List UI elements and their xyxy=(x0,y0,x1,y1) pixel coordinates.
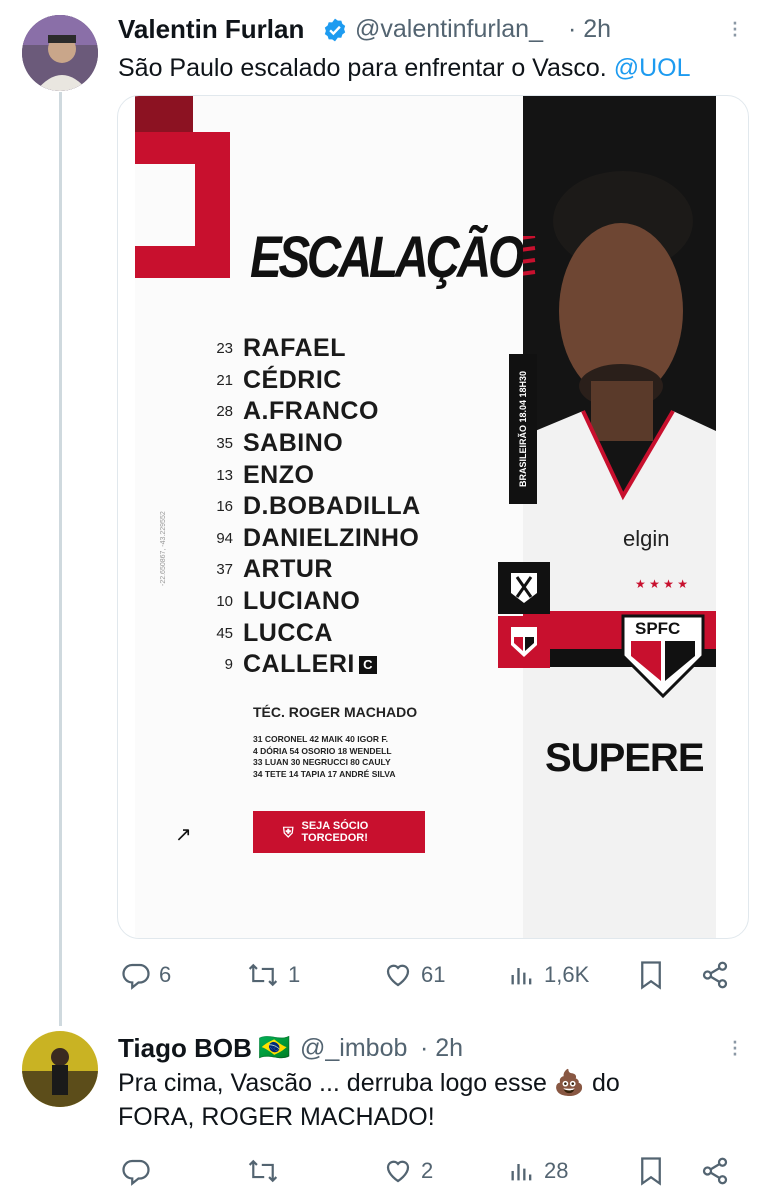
lineup-row: 16 D.BOBADILLA xyxy=(216,492,421,521)
author-handle[interactable]: @valentinfurlan_ xyxy=(355,15,543,44)
player-photo-panel: SPFC ★ ★ ★ ★ elgin SUPERE xyxy=(523,96,716,938)
verified-badge-icon xyxy=(322,17,348,43)
tweet-timestamp[interactable]: · 2h xyxy=(568,15,611,44)
bookmark-button[interactable] xyxy=(638,960,664,990)
reply-icon xyxy=(122,963,150,990)
reply-timestamp[interactable]: · 2h xyxy=(420,1034,463,1063)
lineup-row: 9 CALLERI C xyxy=(207,649,437,681)
like-count: 61 xyxy=(421,962,446,987)
red-frame-shape xyxy=(135,96,230,278)
lineup-row: 28 A.FRANCO xyxy=(216,397,379,426)
red-stripes-decor xyxy=(523,236,536,276)
views-count: 1,6K xyxy=(544,962,590,987)
retweet-button[interactable]: 1 xyxy=(246,960,300,990)
lineup-list: 23 RAFAEL 21 CÉDRIC 28 A.FRANCO 35 SABINO 13… xyxy=(207,333,437,681)
reply-author-avatar[interactable] xyxy=(22,1031,98,1107)
more-options-icon[interactable]: · · · xyxy=(729,8,740,46)
share-icon xyxy=(702,961,728,989)
reply-views-count: 28 xyxy=(544,1158,569,1183)
lineup-row: 10 LUCIANO xyxy=(216,587,361,616)
author-avatar[interactable] xyxy=(22,15,98,91)
captain-badge: C xyxy=(358,655,377,674)
reply-more-options-icon[interactable]: · · · xyxy=(729,1027,740,1065)
reply-text: Pra cima, Vascão ... derruba logo esse 💩… xyxy=(118,1069,620,1131)
lineup-row: 94 DANIELZINHO xyxy=(216,523,420,552)
lineup-row: 23 RAFAEL xyxy=(216,334,346,363)
reply-button[interactable]: 6 xyxy=(121,960,171,990)
reply-author-handle[interactable]: @_imbob xyxy=(300,1034,407,1063)
views-button[interactable]: 1,6K xyxy=(508,960,589,990)
match-date-banner: BRASILEIRÃO 18.04 18H30 xyxy=(509,354,537,504)
bookmark-icon xyxy=(641,1157,661,1186)
lineup-row: 13 ENZO xyxy=(216,460,315,489)
brazil-flag-icon: 🇧🇷 xyxy=(258,1032,291,1062)
coords-text: -22.650867, -43.229552 xyxy=(160,511,167,586)
front-sponsor-text: SUPERE xyxy=(545,736,704,780)
thread-connector-line xyxy=(59,92,62,1026)
arrow-icon: ↗ xyxy=(175,824,192,846)
reply-bookmark-button[interactable] xyxy=(638,1156,664,1186)
lineup-row: 35 SABINO xyxy=(216,429,344,458)
heart-icon xyxy=(386,1160,410,1183)
mention-link[interactable]: @UOL xyxy=(614,54,691,82)
lineup-row: 37 ARTUR xyxy=(216,555,333,584)
reply-author-name[interactable]: Tiago BOB xyxy=(118,1033,252,1064)
retweet-icon xyxy=(248,963,278,987)
reply-like-button[interactable]: 2 xyxy=(383,1156,433,1186)
tweet-media-image[interactable]: ESCALAÇÃO 23 RAFAEL 21 CÉDRIC 28 A.FRANCO 3… xyxy=(117,95,749,939)
share-button[interactable] xyxy=(700,960,730,990)
reply-share-button[interactable] xyxy=(700,1156,730,1186)
chest-sponsor-text: elgin xyxy=(623,526,670,551)
lineup-row: 21 CÉDRIC xyxy=(216,365,342,394)
poster-title: ESCALAÇÃO xyxy=(250,225,525,290)
reply-retweet-button[interactable] xyxy=(246,1156,288,1186)
retweet-count: 1 xyxy=(288,962,301,987)
bench-list: 31 CORONEL 42 MAIK 40 IGOR F. 4 DÓRIA 54… xyxy=(253,734,396,779)
svg-text:★ ★ ★ ★: ★ ★ ★ ★ xyxy=(635,577,688,591)
lineup-row: 45 LUCCA xyxy=(216,618,333,647)
heart-icon xyxy=(386,964,410,987)
views-icon xyxy=(511,968,532,985)
retweet-icon xyxy=(248,1159,278,1183)
reply-count: 6 xyxy=(159,962,172,987)
tweet-text: São Paulo escalado para enfrentar o Vasc… xyxy=(118,51,691,85)
poop-emoji-icon: 💩 xyxy=(553,1069,586,1097)
reply-like-count: 2 xyxy=(421,1158,434,1183)
poster-lineup-panel: ESCALAÇÃO 23 RAFAEL 21 CÉDRIC 28 A.FRANCO 3… xyxy=(135,96,525,938)
share-icon xyxy=(702,1157,728,1185)
author-name[interactable]: Valentin Furlan xyxy=(118,14,304,45)
reply-reply-button[interactable] xyxy=(121,1156,159,1186)
tweet-body: São Paulo escalado para enfrentar o Vasc… xyxy=(118,54,607,82)
bookmark-icon xyxy=(641,961,661,990)
spfc-crest-icon xyxy=(498,616,550,668)
socio-torcedor-banner: ⛨ SEJA SÓCIO TORCEDOR! xyxy=(253,811,425,853)
like-button[interactable]: 61 xyxy=(383,960,445,990)
svg-text:SPFC: SPFC xyxy=(635,619,680,638)
coach-name: TÉC. ROGER MACHADO xyxy=(253,704,418,720)
player-photo: SPFC ★ ★ ★ ★ xyxy=(523,96,716,938)
reply-icon xyxy=(122,1159,150,1186)
vasco-crest-icon xyxy=(498,562,550,614)
reply-views-button[interactable]: 28 xyxy=(508,1156,568,1186)
views-icon xyxy=(511,1164,532,1181)
